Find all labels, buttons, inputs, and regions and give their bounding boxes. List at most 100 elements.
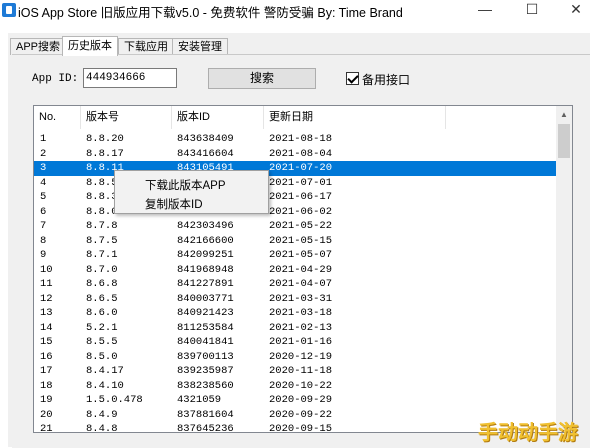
cell-no: 15 [40, 336, 53, 348]
cell-no: 7 [40, 220, 47, 232]
app-id-label: App ID: [32, 73, 79, 85]
cell-update-date: 2021-07-20 [269, 162, 333, 174]
scroll-up-arrow-icon[interactable]: ▲ [556, 106, 572, 123]
cell-version-id: 837881604 [177, 408, 234, 421]
cell-no: 8 [40, 234, 47, 247]
cell-no: 10 [40, 263, 53, 276]
cell-version-id: 840003771 [177, 292, 234, 305]
maximize-button[interactable]: ☐ [512, 0, 552, 20]
minimize-button[interactable]: — [465, 0, 505, 20]
table-row[interactable]: 5 8.8.3 2021-06-17 [34, 190, 556, 205]
table-row[interactable]: 15 8.5.5 840041841 2021-01-16 [34, 335, 556, 350]
table-row[interactable]: 2 8.8.17 843416604 2021-08-04 [34, 147, 556, 162]
cell-version-id: 840041841 [177, 336, 234, 348]
tab-app-search[interactable]: APP搜索 [10, 38, 67, 55]
table-row[interactable]: 17 8.4.17 839235987 2020-11-18 [34, 364, 556, 379]
cell-version: 8.4.17 [86, 365, 124, 377]
cell-no: 11 [40, 278, 53, 290]
menu-item-download-version[interactable]: 下载此版本APP [145, 177, 226, 193]
table-row[interactable]: 16 8.5.0 839700113 2020-12-19 [34, 350, 556, 365]
cell-update-date: 2021-08-18 [269, 133, 333, 145]
table-row[interactable]: 1 8.8.20 843638409 2021-08-18 [34, 132, 556, 147]
cell-no: 1 [40, 133, 47, 145]
cell-no: 13 [40, 307, 53, 319]
cell-version-id: 841968948 [177, 263, 234, 276]
tab-install-manager[interactable]: 安装管理 [172, 38, 228, 55]
cell-no: 9 [40, 249, 47, 261]
column-header-version[interactable]: 版本号 [81, 106, 172, 129]
list-header: No. 版本号 版本ID 更新日期 [34, 106, 556, 129]
table-row[interactable]: 6 8.8.0 2021-06-02 [34, 205, 556, 220]
table-row[interactable]: 18 8.4.10 838238560 2020-10-22 [34, 379, 556, 394]
table-row[interactable]: 10 8.7.0 841968948 2021-04-29 [34, 263, 556, 278]
version-list[interactable]: No. 版本号 版本ID 更新日期 1 8.8.20 843638409 2021-0… [33, 105, 573, 433]
cell-update-date: 2021-06-02 [269, 205, 333, 218]
cell-version: 1.5.0.478 [86, 394, 143, 406]
cell-no: 17 [40, 365, 53, 377]
cell-version: 8.7.1 [86, 249, 118, 261]
app-icon [2, 3, 16, 17]
column-header-update-date[interactable]: 更新日期 [264, 106, 446, 129]
cell-version-id: 840921423 [177, 307, 234, 319]
backup-interface-label: 备用接口 [362, 73, 411, 87]
backup-interface-checkbox[interactable] [346, 72, 359, 85]
table-row[interactable]: 8 8.7.5 842166600 2021-05-15 [34, 234, 556, 249]
window-title: iOS App Store 旧版应用下载v5.0 - 免费软件 警防受骗 By:… [18, 6, 403, 20]
scroll-thumb[interactable] [558, 124, 570, 158]
vertical-scrollbar[interactable]: ▲ [556, 106, 572, 432]
watermark-logo: 手动动手游 [478, 420, 578, 444]
search-button[interactable]: 搜索 [208, 68, 316, 89]
cell-update-date: 2021-05-07 [269, 249, 333, 261]
cell-version-id: 843638409 [177, 133, 234, 145]
cell-version: 8.5.0 [86, 350, 118, 363]
cell-version-id: 811253584 [177, 321, 234, 334]
cell-update-date: 2021-08-04 [269, 147, 333, 160]
cell-version-id: 843416604 [177, 147, 234, 160]
cell-version: 8.4.10 [86, 379, 124, 392]
cell-version-id: 839235987 [177, 365, 234, 377]
cell-no: 2 [40, 147, 47, 160]
cell-update-date: 2020-09-15 [269, 423, 333, 433]
cell-update-date: 2020-12-19 [269, 350, 333, 363]
cell-no: 6 [40, 205, 47, 218]
cell-update-date: 2021-06-17 [269, 191, 333, 203]
table-row[interactable]: 3 8.8.11 843105491 2021-07-20 [34, 161, 556, 176]
menu-item-copy-version-id[interactable]: 复制版本ID [145, 196, 203, 212]
table-row[interactable]: 4 8.8.5 2021-07-01 [34, 176, 556, 191]
cell-no: 14 [40, 321, 53, 334]
close-button[interactable]: ✕ [556, 0, 594, 20]
cell-update-date: 2021-04-07 [269, 278, 333, 290]
cell-update-date: 2021-01-16 [269, 336, 333, 348]
table-row[interactable]: 11 8.6.8 841227891 2021-04-07 [34, 277, 556, 292]
table-row[interactable]: 7 8.7.8 842303496 2021-05-22 [34, 219, 556, 234]
cell-no: 12 [40, 292, 53, 305]
cell-version: 8.6.0 [86, 307, 118, 319]
cell-version: 8.8.0 [86, 205, 118, 218]
cell-update-date: 2021-03-31 [269, 292, 333, 305]
table-row[interactable]: 13 8.6.0 840921423 2021-03-18 [34, 306, 556, 321]
cell-no: 4 [40, 176, 47, 189]
cell-version-id: 842099251 [177, 249, 234, 261]
tab-history-versions[interactable]: 历史版本 [62, 36, 118, 56]
cell-version: 8.7.8 [86, 220, 118, 232]
cell-version: 8.6.8 [86, 278, 118, 290]
table-row[interactable]: 12 8.6.5 840003771 2021-03-31 [34, 292, 556, 307]
cell-update-date: 2020-10-22 [269, 379, 333, 392]
table-row[interactable]: 19 1.5.0.478 4321059 2020-09-29 [34, 393, 556, 408]
cell-version: 8.7.5 [86, 234, 118, 247]
cell-no: 5 [40, 191, 47, 203]
cell-update-date: 2021-05-22 [269, 220, 333, 232]
cell-version: 8.4.8 [86, 423, 118, 433]
tab-download-app[interactable]: 下载应用 [118, 38, 174, 55]
cell-version-id: 842166600 [177, 234, 234, 247]
cell-no: 3 [40, 162, 47, 174]
table-row[interactable]: 14 5.2.1 811253584 2021-02-13 [34, 321, 556, 336]
table-row[interactable]: 9 8.7.1 842099251 2021-05-07 [34, 248, 556, 263]
column-header-no[interactable]: No. [34, 106, 81, 129]
app-id-input[interactable] [83, 68, 177, 88]
cell-update-date: 2021-04-29 [269, 263, 333, 276]
cell-version: 8.8.17 [86, 147, 124, 160]
column-header-version-id[interactable]: 版本ID [172, 106, 264, 129]
context-menu: 下载此版本APP 复制版本ID [114, 170, 269, 214]
cell-version: 8.8.5 [86, 176, 118, 189]
